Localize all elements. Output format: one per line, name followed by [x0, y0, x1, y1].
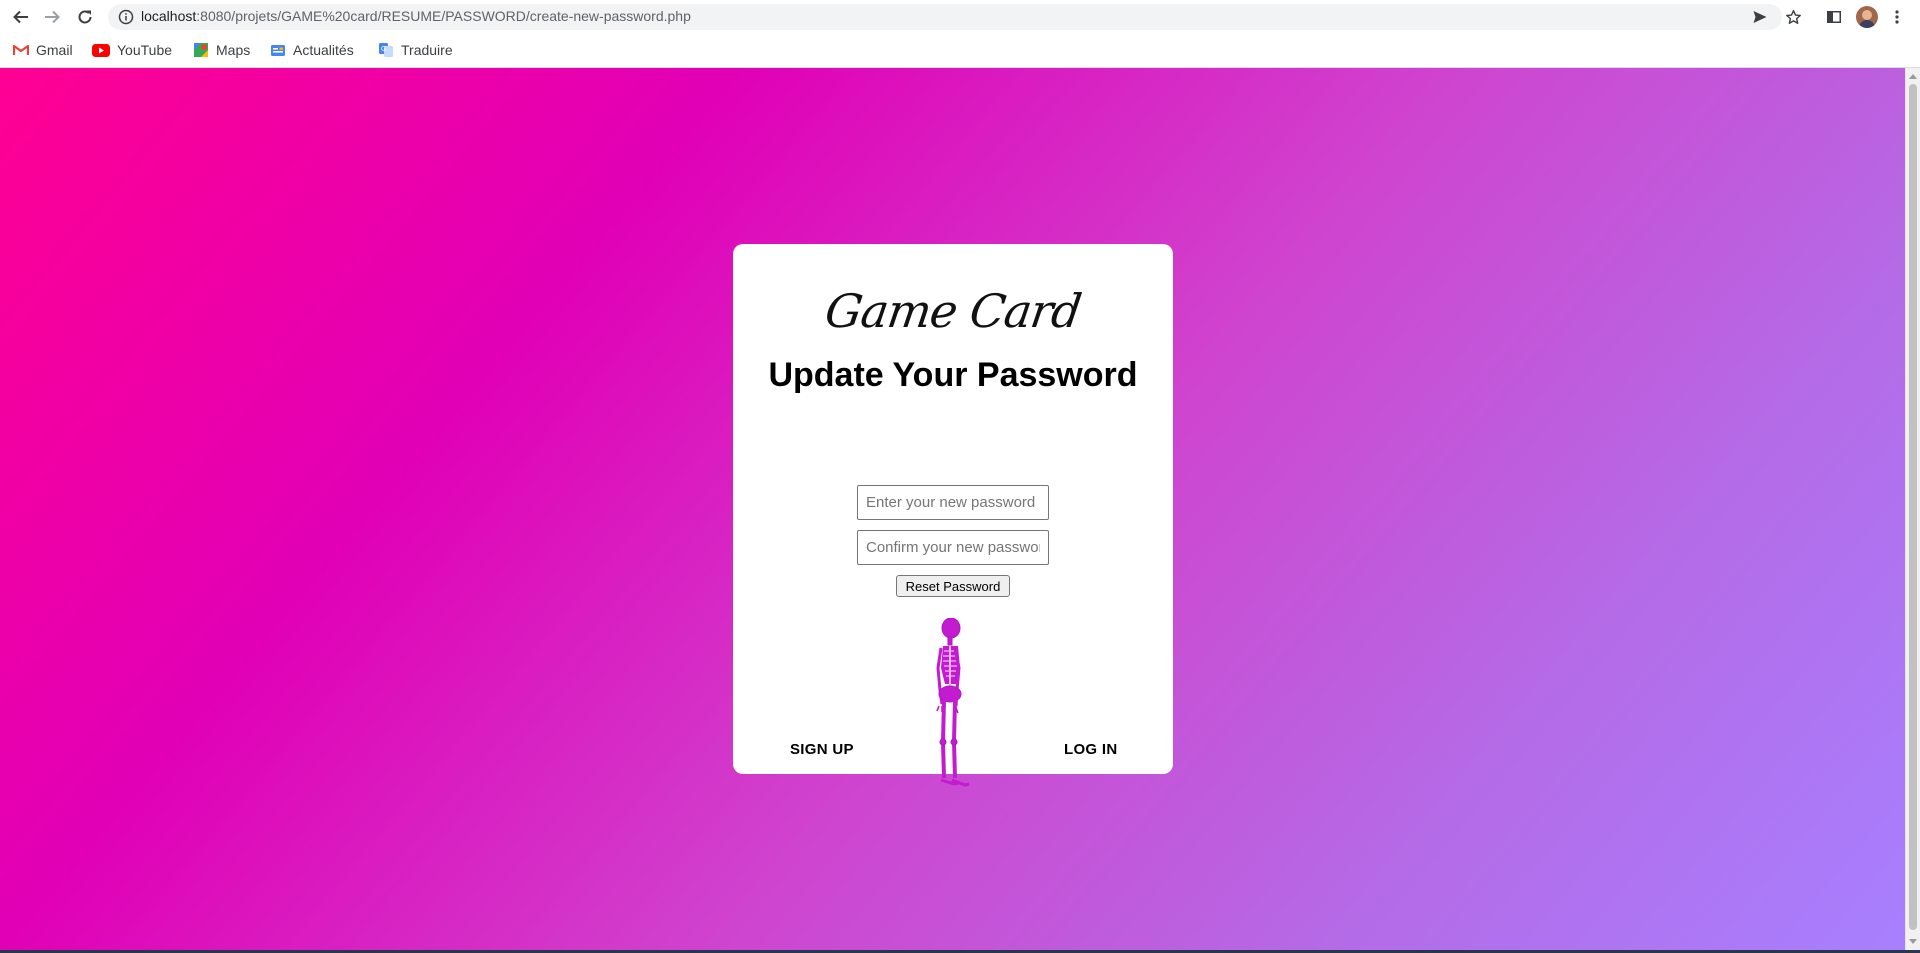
reset-password-button[interactable]: Reset Password: [896, 575, 1010, 597]
password-card: Game Card Update Your Password Reset Pas…: [733, 244, 1173, 787]
kebab-menu-icon: [1895, 10, 1899, 24]
youtube-icon: [92, 43, 110, 57]
sign-up-link[interactable]: SIGN UP: [790, 741, 854, 758]
bookmark-label: YouTube: [117, 42, 173, 58]
scroll-up-arrow-icon[interactable]: [1909, 74, 1917, 79]
profile-avatar[interactable]: [1856, 6, 1878, 28]
side-panel-icon: [1827, 11, 1841, 23]
svg-text:G: G: [381, 46, 386, 53]
bookmark-traduire[interactable]: G Traduire: [378, 40, 453, 60]
url-host: localhost: [141, 8, 197, 24]
bookmark-label: Traduire: [401, 42, 453, 58]
scroll-thumb[interactable]: [1909, 84, 1917, 930]
log-in-link[interactable]: LOG IN: [1064, 741, 1117, 758]
scroll-down-arrow-icon[interactable]: [1909, 939, 1917, 944]
arrow-left-icon: [13, 10, 28, 24]
side-panel-button[interactable]: [1822, 5, 1846, 29]
bookmark-maps[interactable]: Maps: [193, 40, 250, 60]
arrow-right-icon: [45, 10, 60, 24]
bookmark-gmail[interactable]: Gmail: [13, 40, 73, 60]
reload-button[interactable]: [73, 5, 97, 29]
url-text: localhost:8080/projets/GAME%20card/RESUM…: [141, 8, 691, 24]
bookmark-label: Actualités: [293, 42, 354, 58]
confirm-password-input[interactable]: [857, 530, 1049, 565]
send-icon: [1753, 11, 1767, 23]
game-card-logo: Game Card: [821, 284, 1085, 338]
page-background: Game Card Update Your Password Reset Pas…: [0, 68, 1905, 950]
back-button[interactable]: [9, 5, 33, 29]
browser-toolbar: localhost:8080/projets/GAME%20card/RESUM…: [0, 0, 1920, 34]
send-button[interactable]: [1748, 5, 1772, 29]
bookmark-actualites[interactable]: Actualités: [270, 40, 354, 60]
skeleton-image: [936, 618, 970, 787]
bookmark-label: Gmail: [36, 42, 73, 58]
new-password-input[interactable]: [857, 485, 1049, 520]
page-title: Update Your Password: [768, 356, 1138, 394]
bookmark-star-button[interactable]: [1781, 5, 1805, 29]
bookmarks-bar: Gmail YouTube Maps Actualités G Traduire: [0, 34, 1920, 68]
gmail-icon: [13, 44, 29, 55]
reload-icon: [78, 10, 92, 24]
address-bar[interactable]: localhost:8080/projets/GAME%20card/RESUM…: [108, 4, 1782, 30]
maps-icon: [194, 43, 208, 57]
menu-button[interactable]: [1885, 5, 1909, 29]
star-icon: [1785, 9, 1801, 24]
info-icon[interactable]: [118, 9, 134, 30]
bookmark-youtube[interactable]: YouTube: [92, 40, 172, 60]
bookmark-label: Maps: [216, 42, 251, 58]
page-scrollbar[interactable]: [1905, 68, 1920, 950]
translate-icon: G: [379, 43, 393, 57]
url-path: :8080/projets/GAME%20card/RESUME/PASSWOR…: [196, 8, 691, 24]
news-icon: [271, 45, 285, 56]
forward-button[interactable]: [40, 5, 64, 29]
